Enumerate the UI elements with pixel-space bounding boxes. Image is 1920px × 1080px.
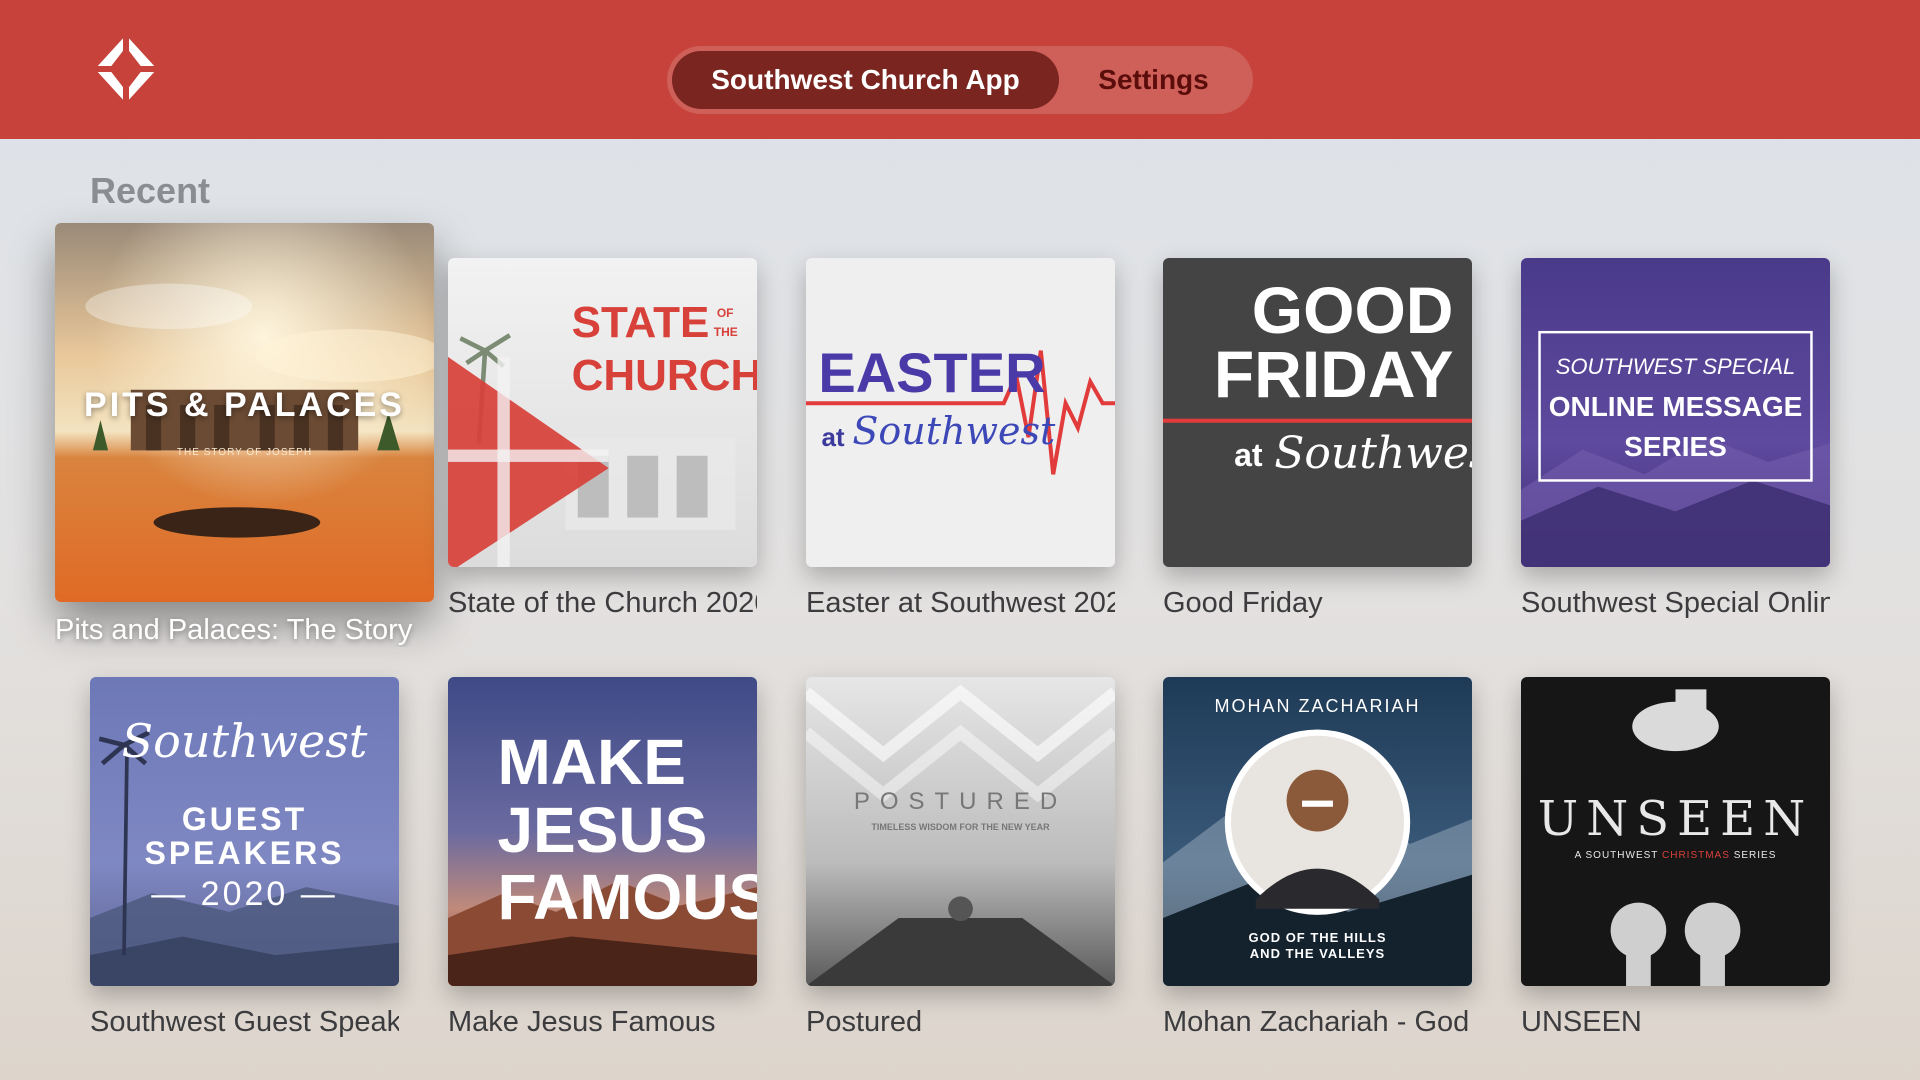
artwork-title: EASTER <box>818 340 1046 404</box>
artwork-line-3: SERIES <box>1624 431 1727 463</box>
artwork-line-3: FAMOUS <box>497 861 757 934</box>
section-title-recent: Recent <box>90 170 211 211</box>
tile-caption: Southwest Guest Speakers 2020 <box>90 1006 399 1038</box>
tile-caption: State of the Church 2020 <box>448 587 757 619</box>
artwork-title-line-1: GOOD <box>1251 272 1454 347</box>
artwork-line-1: SOUTHWEST SPECIAL <box>1555 353 1796 379</box>
tab-settings[interactable]: Settings <box>1059 51 1248 109</box>
artwork-subtitle: TIMELESS WISDOM FOR THE NEW YEAR <box>871 822 1050 833</box>
tile-caption: Southwest Special Online Message Series <box>1521 587 1830 619</box>
series-artwork: MOHAN ZACHARIAH GOD OF THE HILLS AND THE… <box>1163 677 1472 986</box>
artwork-small-2: THE <box>713 324 738 339</box>
artwork-title-line-2: FRIDAY <box>1213 337 1454 412</box>
tile-caption: Postured <box>806 1006 923 1038</box>
tab-label: Settings <box>1098 64 1209 95</box>
series-artwork: SOUTHWEST SPECIAL ONLINE MESSAGE SERIES <box>1521 258 1830 567</box>
series-artwork: GOOD FRIDAY at Southwest <box>1163 258 1472 567</box>
artwork-subtitle: THE STORY OF JOSEPH <box>176 446 313 458</box>
artwork-sub-c: SERIES <box>1733 850 1777 862</box>
artwork-line-2: ONLINE MESSAGE <box>1548 390 1803 422</box>
tab-bar: Southwest Church App Settings <box>667 46 1253 114</box>
artwork-title: POSTURED <box>853 788 1068 816</box>
artwork-line-1: GOD OF THE HILLS <box>1248 930 1387 946</box>
series-artwork: Southwest GUEST SPEAKERS — 2020 — <box>90 677 399 986</box>
tile-caption: Mohan Zachariah - God of the Hills and t… <box>1163 1006 1472 1038</box>
tab-southwest-church-app[interactable]: Southwest Church App <box>672 51 1059 109</box>
artwork-script: Southwest <box>852 409 1056 454</box>
tile-caption: Make Jesus Famous <box>448 1006 716 1038</box>
artwork-title: UNSEEN <box>1537 791 1814 848</box>
series-artwork: PITS & PALACES THE STORY OF JOSEPH <box>55 223 434 602</box>
artwork-title: PITS & PALACES <box>84 385 405 424</box>
top-bar: Southwest Church App Settings <box>0 0 1920 139</box>
artwork-line-2: AND THE VALLEYS <box>1249 945 1386 961</box>
tile-caption: Pits and Palaces: The Story <box>55 614 413 646</box>
series-artwork: EASTER at Southwest <box>806 258 1115 567</box>
artwork-title-line-1: STATE <box>571 298 710 348</box>
tile-caption: UNSEEN <box>1521 1006 1642 1038</box>
series-artwork: MAKE JESUS FAMOUS <box>448 677 757 986</box>
artwork-at: at <box>821 421 845 452</box>
artwork-line-1: GUEST <box>181 800 308 837</box>
artwork-subtitle: A SOUTHWEST CHRISTMAS SERIES <box>1521 850 1830 861</box>
artwork-at: at <box>1234 437 1263 474</box>
series-artwork: STATE OF THE CHURCH <box>448 258 757 567</box>
southwest-diamond-logo-icon <box>94 34 158 104</box>
tab-label: Southwest Church App <box>711 64 1020 95</box>
tile-caption: Good Friday <box>1163 587 1323 619</box>
artwork-line-2: JESUS <box>497 793 708 866</box>
artwork-script: Southwest <box>1274 427 1472 479</box>
artwork-top: MOHAN ZACHARIAH <box>1214 695 1421 716</box>
tile-caption: Easter at Southwest 2020 <box>806 587 1115 619</box>
series-artwork: UNSEEN A SOUTHWEST CHRISTMAS SERIES <box>1521 677 1830 986</box>
artwork-line-3: — 2020 — <box>151 874 338 913</box>
artwork-sub-a: A SOUTHWEST <box>1574 850 1659 862</box>
series-artwork: POSTURED TIMELESS WISDOM FOR THE NEW YEA… <box>806 677 1115 986</box>
artwork-script: Southwest <box>121 714 368 769</box>
artwork-line-1: MAKE <box>497 725 686 798</box>
artwork-small-1: OF <box>716 306 734 321</box>
artwork-sub-b: CHRISTMAS <box>1662 850 1730 862</box>
artwork-line-2: SPEAKERS <box>144 834 345 871</box>
artwork-title-line-2: CHURCH <box>571 350 757 400</box>
